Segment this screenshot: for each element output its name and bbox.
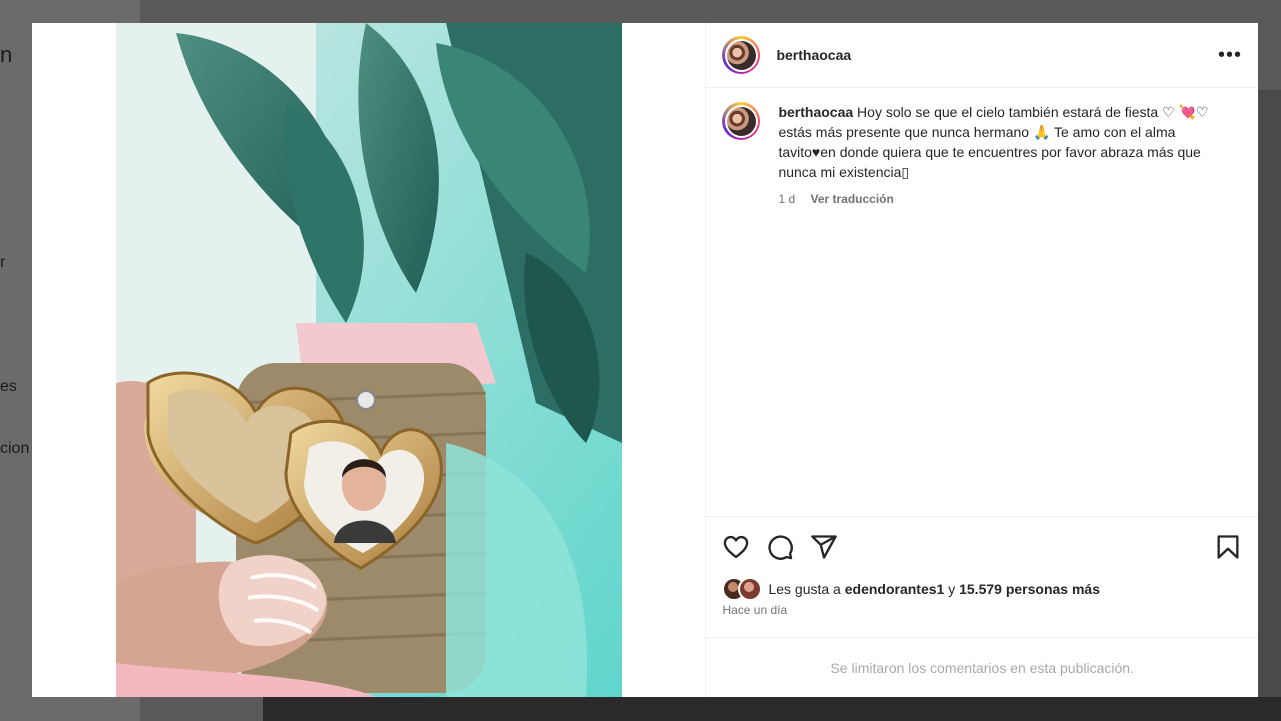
liker-avatar[interactable] <box>738 577 763 601</box>
likes-summary: Les gusta a edendorantes1 y 15.579 perso… <box>722 577 1100 601</box>
heart-icon[interactable] <box>722 533 750 561</box>
comments-limited-notice: Se limitaron los comentarios en esta pub… <box>706 637 1258 698</box>
caption-body: berthaocaa Hoy solo se que el cielo tamb… <box>778 102 1228 522</box>
background-nav-fragment: es <box>0 378 17 395</box>
more-options-icon[interactable]: ••• <box>1218 44 1242 67</box>
background-logo-fragment: n <box>0 42 13 67</box>
caption-username[interactable]: berthaocaa <box>778 104 853 120</box>
bookmark-icon[interactable] <box>1214 533 1242 561</box>
comment-icon[interactable] <box>766 533 794 561</box>
background-nav-fragment: cion <box>0 440 30 457</box>
post-modal: berthaocaa ••• berthaocaa Hoy solo se qu… <box>32 23 1258 697</box>
likes-others[interactable]: 15.579 personas más <box>959 581 1100 597</box>
background-grid-strip <box>263 697 1281 721</box>
post-side-panel: berthaocaa ••• berthaocaa Hoy solo se qu… <box>705 23 1258 697</box>
background-grid-edge <box>1258 90 1281 697</box>
author-username[interactable]: berthaocaa <box>776 47 851 63</box>
post-media <box>32 23 706 697</box>
background-nav-fragment: r <box>0 254 6 271</box>
post-age: 1 d <box>778 192 796 206</box>
translate-link[interactable]: Ver traducción <box>810 192 893 206</box>
caption: berthaocaa Hoy solo se que el cielo tamb… <box>706 88 1258 522</box>
post-header: berthaocaa ••• <box>706 23 1258 88</box>
caption-avatar[interactable] <box>722 102 761 140</box>
caption-meta: 1 d Ver traducción <box>778 189 1228 209</box>
post-photo <box>116 23 622 697</box>
author-avatar[interactable] <box>722 36 761 74</box>
likes-conjunction: y <box>948 581 956 597</box>
post-timestamp: Hace un día <box>722 603 788 617</box>
likes-prefix: Les gusta a <box>768 581 841 597</box>
action-bar <box>706 516 1258 577</box>
liker-username[interactable]: edendorantes1 <box>845 581 945 597</box>
share-icon[interactable] <box>810 533 838 561</box>
